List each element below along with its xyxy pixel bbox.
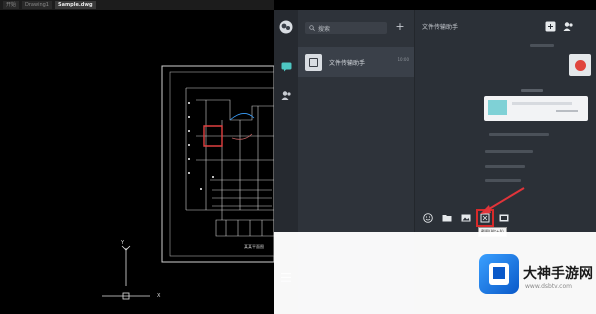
cad-tab-bar: 开始 Drawing1 Sample.dwg [0,0,274,10]
contacts-icon[interactable] [279,88,293,102]
folder-icon[interactable] [440,211,454,225]
message-bubble[interactable] [569,54,591,76]
svg-text:X: X [157,293,161,299]
message-time [530,44,554,47]
brand-logo [479,254,519,294]
cad-drawing-canvas[interactable]: 某某平面图 Y X [0,10,274,314]
message-line [485,165,525,168]
message-line [489,133,549,136]
wechat-logo-icon[interactable] [279,20,293,34]
cad-tab-drawing1[interactable]: Drawing1 [22,1,52,9]
cad-window: 开始 Drawing1 Sample.dwg 某某平面图 Y X [0,0,274,314]
search-icon [309,25,315,31]
message-line [485,179,521,182]
chat-name: 文件传输助手 [329,59,366,67]
cad-tab-start[interactable]: 开始 [3,1,20,9]
ucs-icon [102,245,150,300]
video-icon[interactable] [497,211,511,225]
add-icon[interactable]: + [394,21,406,33]
watermark-name: 大神手游网 [523,266,593,282]
watermark: 大神手游网 www.dsbtv.com [274,232,596,314]
input-toolbar [421,209,511,227]
cad-drawing-title: 某某平面图 [244,243,264,249]
watermark-url: www.dsbtv.com [525,283,572,290]
new-chat-icon[interactable] [545,21,556,32]
file-icon [488,100,507,115]
cad-tab-sample[interactable]: Sample.dwg [55,1,96,9]
file-message[interactable] [484,96,588,121]
search-placeholder: 搜索 [318,25,331,33]
add-member-icon[interactable] [563,21,574,32]
message-line [485,150,533,153]
chat-icon[interactable] [279,60,293,74]
image-icon[interactable] [459,211,473,225]
chat-time: 10:00 [397,57,409,62]
svg-text:Y: Y [120,240,125,246]
chat-title: 文件传输助手 [422,24,459,31]
avatar [305,53,322,71]
emoji-icon[interactable] [421,211,435,225]
message-time [521,89,543,92]
screenshot-icon[interactable] [476,209,494,227]
search-input[interactable]: 搜索 [305,22,387,34]
list-item[interactable]: 文件传输助手 10:00 [298,47,414,77]
